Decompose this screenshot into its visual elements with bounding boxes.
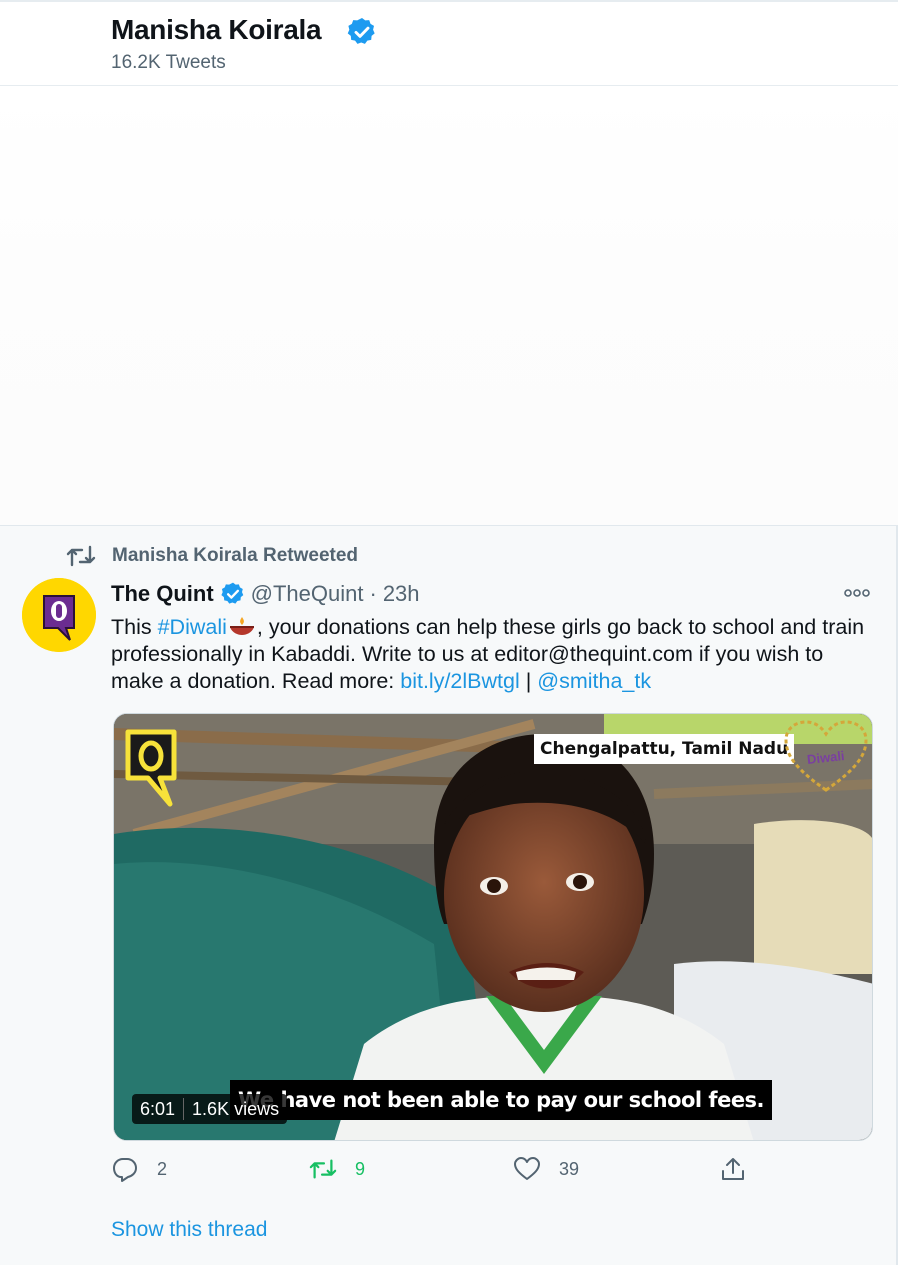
reply-button[interactable]: 2 — [111, 1154, 167, 1184]
diwali-badge-icon: Diwali — [784, 720, 868, 792]
avatar[interactable] — [22, 578, 96, 652]
tweet-time[interactable]: 23h — [383, 581, 420, 607]
separator: · — [369, 581, 377, 606]
video-stats: 6:01 1.6K views — [132, 1094, 288, 1124]
blank-area — [0, 87, 898, 525]
video-location-overlay: Chengalpattu, Tamil Nadu — [534, 734, 795, 764]
tweet-count: 16.2K Tweets — [111, 52, 226, 73]
text-pre: This — [111, 615, 158, 639]
reply-icon — [113, 1158, 137, 1182]
video-frame — [114, 714, 872, 1140]
retweet-context: Manisha Koirala Retweeted — [66, 542, 358, 570]
author-name[interactable]: The Quint — [111, 581, 214, 607]
video-player[interactable]: Chengalpattu, Tamil Nadu Diwali We have … — [113, 713, 873, 1141]
short-link[interactable]: bit.ly/2lBwtgl — [400, 669, 520, 693]
verified-icon — [347, 18, 375, 44]
hashtag-link[interactable]: #Diwali — [158, 615, 227, 639]
retweet-icon — [66, 545, 96, 567]
video-caption: We have not been able to pay our school … — [230, 1080, 773, 1120]
verified-icon — [221, 582, 243, 604]
retweet-icon — [309, 1159, 337, 1179]
tweet[interactable]: Manisha Koirala Retweeted The Quint @The… — [0, 525, 898, 1265]
profile-header: Manisha Koirala 16.2K Tweets — [0, 0, 898, 86]
share-button[interactable] — [719, 1154, 747, 1184]
retweet-label[interactable]: Manisha Koirala Retweeted — [112, 545, 358, 567]
tweet-actions: 2 9 39 — [111, 1154, 771, 1184]
retweet-button[interactable]: 9 — [309, 1154, 365, 1184]
profile-name: Manisha Koirala — [111, 14, 322, 45]
share-icon — [722, 1158, 744, 1180]
badge-text: Diwali — [806, 748, 845, 767]
quint-logo-icon — [125, 729, 177, 807]
retweet-count: 9 — [355, 1158, 366, 1179]
mention-link[interactable]: @smitha_tk — [537, 669, 651, 693]
reply-count: 2 — [157, 1158, 168, 1179]
video-views: 1.6K views — [192, 1099, 280, 1119]
more-icon[interactable] — [844, 586, 870, 600]
quint-logo-icon — [22, 578, 96, 652]
like-count: 39 — [559, 1158, 580, 1179]
diya-emoji-icon — [229, 617, 254, 635]
tweet-text: This #Diwali, your donations can help th… — [111, 614, 881, 695]
pipe: | — [519, 669, 538, 693]
show-thread-link[interactable]: Show this thread — [111, 1218, 267, 1242]
video-duration: 6:01 — [140, 1099, 176, 1119]
like-button[interactable]: 39 — [513, 1154, 579, 1184]
like-icon — [514, 1157, 540, 1180]
author-handle[interactable]: @TheQuint — [251, 581, 364, 607]
tweet-author: The Quint @TheQuint · 23h — [111, 580, 420, 608]
